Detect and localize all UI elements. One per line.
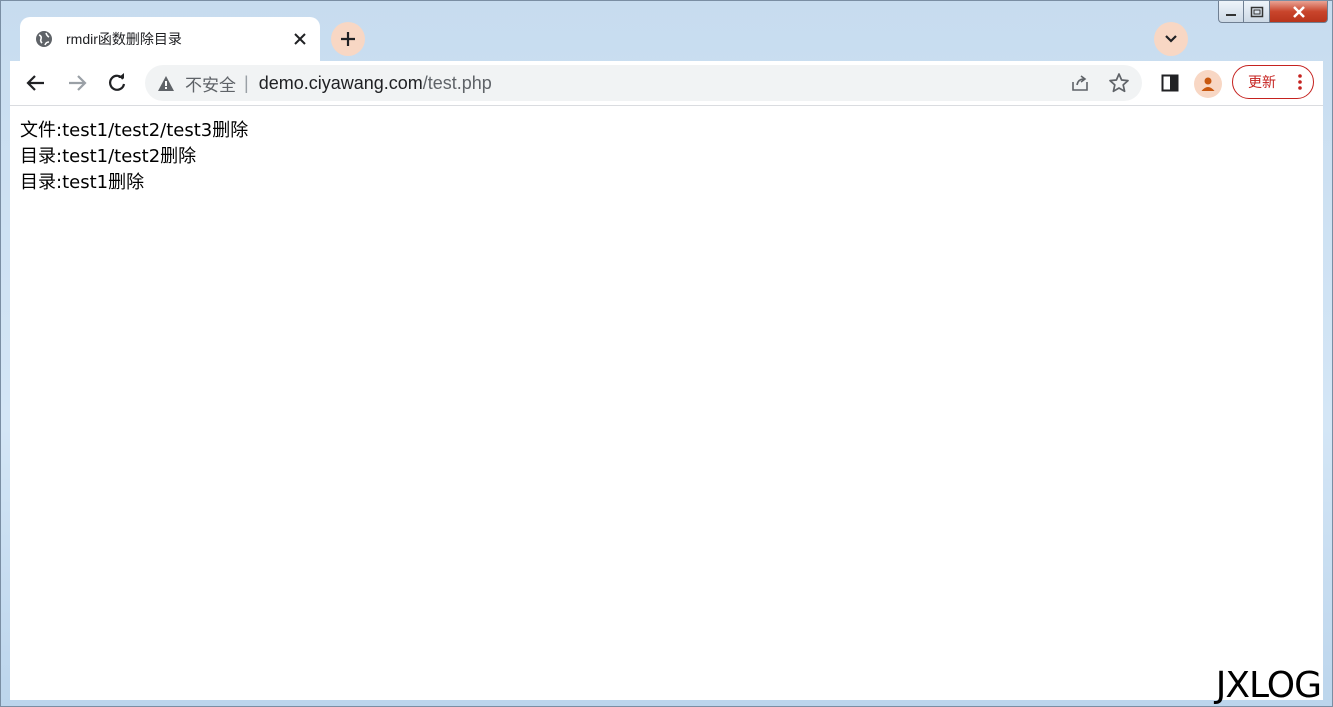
share-icon[interactable] [1070,73,1090,93]
profile-avatar[interactable] [1194,70,1222,98]
more-vertical-icon [1298,74,1302,90]
output-line: 目录:test1删除 [20,172,145,193]
url-host[interactable]: demo.ciyawang.com [259,73,423,94]
globe-icon [34,29,54,49]
tab-strip: rmdir函数删除目录 [10,9,1323,61]
plus-icon [341,32,355,46]
arrow-right-icon [69,75,87,91]
url-path[interactable]: /test.php [423,73,492,94]
tab-search-button[interactable] [1154,22,1188,56]
bookmark-star-icon[interactable] [1108,72,1130,94]
security-label[interactable]: 不安全 [185,71,236,96]
arrow-left-icon [26,75,44,91]
output-line: 文件:test1/test2/test3删除 [20,120,249,141]
close-tab-icon [294,33,306,45]
page-content: 文件:test1/test2/test3删除 目录:test1/test2删除 … [20,118,248,196]
update-label: 更新 [1248,74,1276,90]
browser-window: rmdir函数删除目录 不安全 | demo.ciyawang.com /tes… [0,0,1333,707]
new-tab-button[interactable] [331,22,365,56]
tab-active[interactable]: rmdir函数删除目录 [20,17,320,61]
reload-icon [109,73,126,91]
forward-button[interactable] [61,67,93,99]
output-line: 目录:test1/test2删除 [20,146,197,167]
reload-button[interactable] [101,67,133,99]
omnibox-separator: | [244,72,249,93]
tab-close-button[interactable] [290,29,310,49]
address-bar[interactable]: 不安全 | demo.ciyawang.com/test.php [145,65,1142,101]
chevron-down-icon [1165,35,1177,43]
browser-toolbar: 不安全 | demo.ciyawang.com/test.php 更新 [10,61,1323,106]
tab-title: rmdir函数删除目录 [66,31,182,47]
watermark: JXLOG [1215,665,1322,706]
side-panel-button[interactable] [1156,69,1184,97]
warning-icon[interactable] [157,74,175,92]
person-icon [1201,77,1215,91]
back-button[interactable] [20,67,52,99]
side-panel-icon [1161,74,1179,92]
update-button[interactable]: 更新 [1232,65,1314,99]
page-viewport: 文件:test1/test2/test3删除 目录:test1/test2删除 … [10,106,1323,706]
